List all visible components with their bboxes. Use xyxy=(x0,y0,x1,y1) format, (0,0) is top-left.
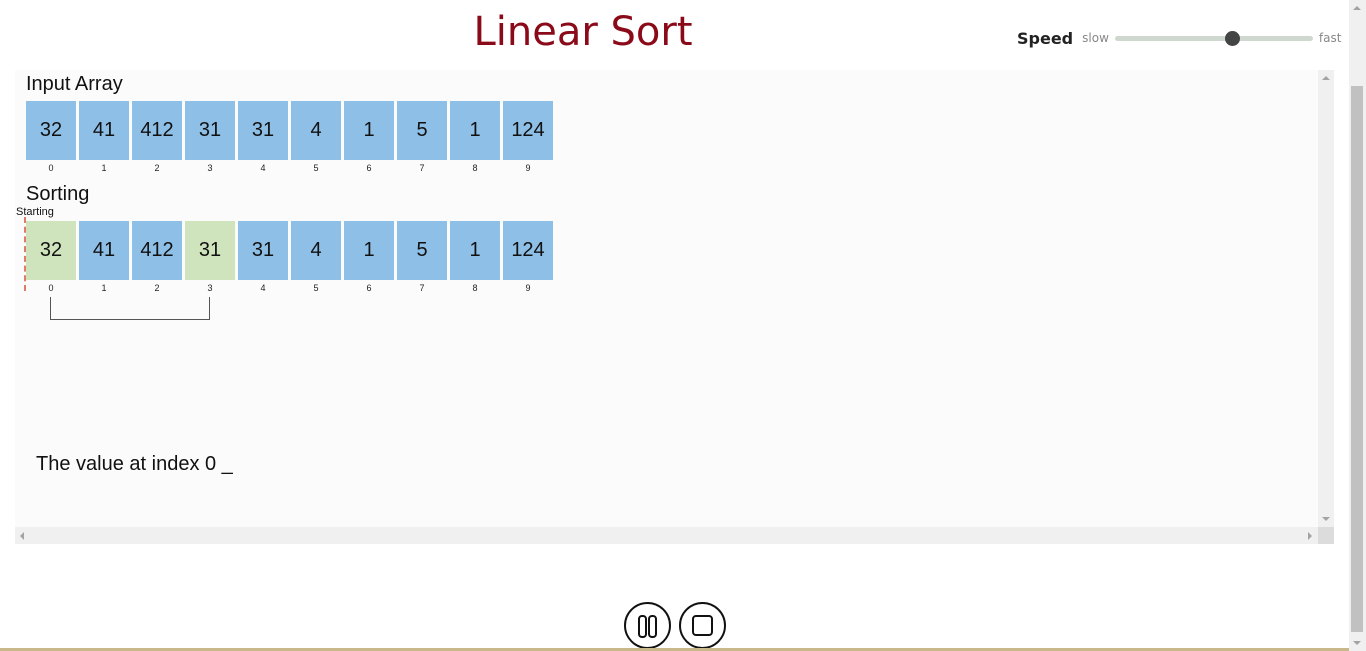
speed-slow-label: slow xyxy=(1082,31,1109,45)
array-cell: 1 xyxy=(450,101,500,160)
array-cell: 4 xyxy=(291,221,341,280)
array-cell: 31 xyxy=(238,221,288,280)
scrollbar-corner xyxy=(1318,527,1334,544)
page-title: Linear Sort xyxy=(473,9,693,55)
array-index-label: 4 xyxy=(260,163,266,173)
array-index-label: 3 xyxy=(207,283,213,293)
array-index-label: 5 xyxy=(313,163,319,173)
array-index-label: 2 xyxy=(154,163,160,173)
array-cell: 32 xyxy=(26,221,76,280)
array-index-label: 3 xyxy=(207,163,213,173)
array-cell: 5 xyxy=(397,221,447,280)
array-cell: 1 xyxy=(344,221,394,280)
array-cell: 31 xyxy=(185,101,235,160)
sorting-label: Sorting xyxy=(26,183,90,205)
speed-label: Speed xyxy=(1017,28,1074,48)
status-text: The value at index 0 _ xyxy=(36,453,233,475)
array-cell: 1 xyxy=(344,101,394,160)
array-index-label: 8 xyxy=(472,163,478,173)
speed-control: Speed slow fast xyxy=(1017,24,1341,52)
pause-button[interactable] xyxy=(624,602,671,649)
scroll-left-arrow-icon[interactable] xyxy=(20,532,24,540)
stop-icon xyxy=(692,615,713,636)
page-scroll-thumb[interactable] xyxy=(1351,86,1363,632)
array-index-label: 9 xyxy=(525,163,531,173)
pause-icon xyxy=(638,615,647,638)
page-scroll-down-arrow-icon[interactable] xyxy=(1353,641,1361,645)
array-cell: 31 xyxy=(185,221,235,280)
array-index-label: 2 xyxy=(154,283,160,293)
array-index-label: 1 xyxy=(101,163,107,173)
stop-button[interactable] xyxy=(679,602,726,649)
speed-slider-thumb[interactable] xyxy=(1224,30,1240,46)
input-array-label: Input Array xyxy=(26,73,123,95)
scroll-down-arrow-icon[interactable] xyxy=(1322,517,1330,521)
panel-horizontal-scrollbar[interactable] xyxy=(15,527,1318,544)
array-cell: 31 xyxy=(238,101,288,160)
page-vertical-scrollbar[interactable] xyxy=(1349,0,1366,651)
array-index-label: 8 xyxy=(472,283,478,293)
speed-slider[interactable] xyxy=(1114,30,1313,46)
array-index-label: 6 xyxy=(366,163,372,173)
pointer-label: Starting xyxy=(16,206,54,218)
array-index-label: 7 xyxy=(419,163,425,173)
array-cell: 412 xyxy=(132,221,182,280)
panel-vertical-scrollbar[interactable] xyxy=(1318,70,1334,527)
array-index-label: 5 xyxy=(313,283,319,293)
array-index-label: 0 xyxy=(48,163,54,173)
array-index-label: 6 xyxy=(366,283,372,293)
array-index-label: 7 xyxy=(419,283,425,293)
array-cell: 1 xyxy=(450,221,500,280)
scroll-right-arrow-icon[interactable] xyxy=(1308,532,1312,540)
array-cell: 41 xyxy=(79,221,129,280)
array-cell: 412 xyxy=(132,101,182,160)
page-scroll-up-arrow-icon[interactable] xyxy=(1353,6,1361,10)
array-index-label: 1 xyxy=(101,283,107,293)
array-cell: 124 xyxy=(503,221,553,280)
pause-icon-bar xyxy=(648,615,657,638)
array-cell: 32 xyxy=(26,101,76,160)
array-index-label: 0 xyxy=(48,283,54,293)
array-cell: 5 xyxy=(397,101,447,160)
array-cell: 41 xyxy=(79,101,129,160)
comparison-bracket xyxy=(50,297,210,320)
speed-fast-label: fast xyxy=(1318,31,1342,45)
array-cell: 124 xyxy=(503,101,553,160)
array-cell: 4 xyxy=(291,101,341,160)
array-index-label: 9 xyxy=(525,283,531,293)
array-index-label: 4 xyxy=(260,283,266,293)
scroll-up-arrow-icon[interactable] xyxy=(1322,76,1330,80)
